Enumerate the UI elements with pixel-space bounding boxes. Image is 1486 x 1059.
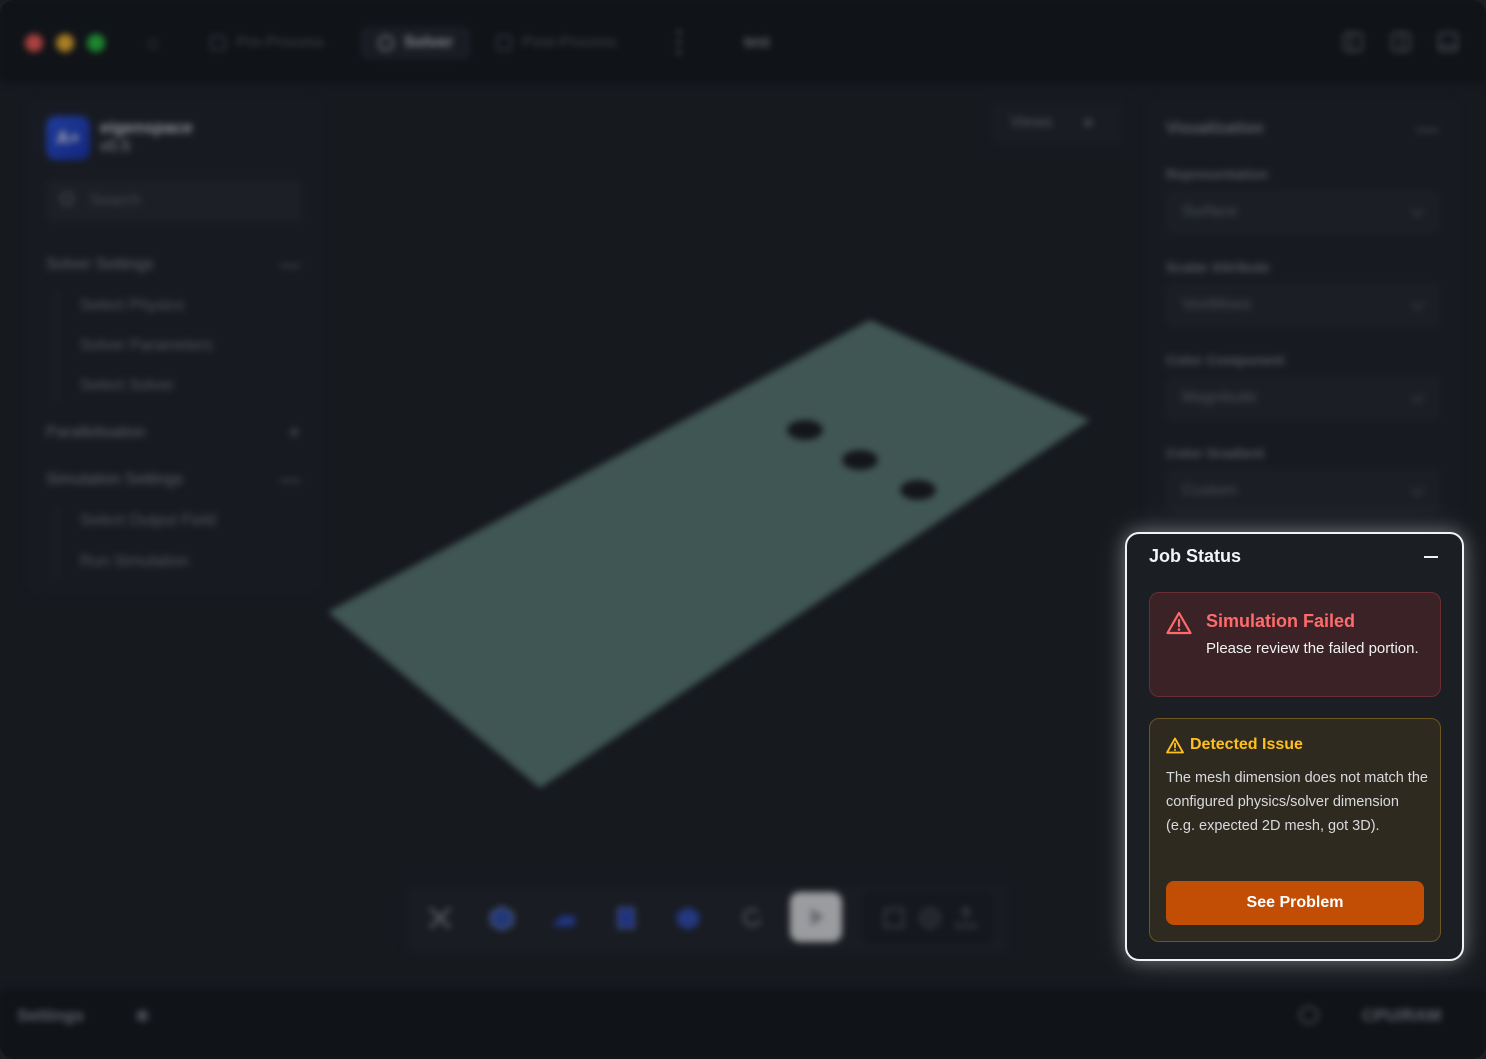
panel-title: Visualization [1166,120,1264,137]
minimize-icon[interactable] [1424,556,1438,558]
error-alert: Simulation Failed Please review the fail… [1149,592,1441,697]
section-title: Simulation Settings [46,471,183,488]
sidebar-item-select-output-field[interactable]: Select Output Field [80,512,216,530]
search-icon [60,192,74,206]
search-placeholder: Search [90,192,141,209]
chevron-down-icon [1411,297,1424,310]
add-view-icon[interactable]: + [1082,110,1095,136]
alert-triangle-icon [1166,611,1192,635]
issue-title: Detected Issue [1190,736,1303,753]
field-label: Scalar Attribute [1166,259,1270,275]
screenshot-icon[interactable] [880,904,908,932]
front-view-icon[interactable] [612,904,640,932]
plate-hole [900,480,936,500]
scalar-attribute-select[interactable]: VonMises [1166,283,1440,327]
export-tools-group [862,892,994,944]
app-logo: A+ [46,116,90,160]
reset-rotation-icon[interactable] [738,904,766,932]
views-label: Views [1010,114,1053,131]
plate-hole [787,420,823,440]
warning-triangle-icon [1166,737,1184,754]
section-title: Parallelisation [46,424,146,441]
gear-icon[interactable]: ✹ [134,1004,151,1029]
color-gradient-select[interactable]: Custom [1166,469,1440,513]
status-bar: Settings ✹ CPU/RAM [0,990,1486,1059]
tree-line [56,506,58,578]
job-status-panel: Job Status Simulation Failed Please revi… [1125,532,1464,961]
issue-message: The mesh dimension does not match the co… [1166,770,1428,834]
plate-mesh [328,320,1090,788]
error-title: Simulation Failed [1206,611,1356,631]
field-label: Color Component [1166,352,1285,368]
collapse-icon[interactable]: — [280,469,300,492]
representation-select[interactable]: Surface [1166,190,1440,234]
chevron-down-icon [1411,483,1424,496]
export-icon[interactable] [952,904,980,932]
select-value: Magnitude [1182,389,1257,406]
field-label: Color Gradient [1166,445,1265,461]
see-problem-button[interactable]: See Problem [1166,881,1424,925]
top-view-icon[interactable] [550,904,578,932]
section-simulation-settings[interactable]: Simulation Settings — [46,469,302,492]
select-value: Surface [1182,203,1238,220]
select-value: VonMises [1182,296,1252,313]
app-window: ⌂ Pre-Process Solver Post-Process · · · te… [0,0,1486,1059]
section-solver-settings[interactable]: Solver Settings — [46,254,302,277]
globe-icon[interactable] [916,904,944,932]
collapse-icon[interactable]: — [280,254,300,277]
sidebar-item-select-solver[interactable]: Select Solver [80,377,174,395]
resource-monitor[interactable]: CPU/RAM [1362,1006,1441,1026]
app-version: v0.5 [100,138,131,155]
fit-view-icon[interactable] [426,904,454,932]
left-sidebar: A+ eigenspace v0.5 Search Solver Setting… [26,98,322,592]
panel-title: Job Status [1149,546,1242,566]
section-parallelisation[interactable]: Parallelisation + [46,422,302,445]
collapse-icon[interactable]: — [1416,116,1438,142]
sidebar-item-solver-parameters[interactable]: Solver Parameters [80,337,213,355]
visualization-panel: Visualization — Representation Surface S… [1146,98,1460,538]
sidebar-item-run-simulation[interactable]: Run Simulation [80,553,189,571]
section-title: Solver Settings [46,256,154,273]
search-input[interactable]: Search [46,180,302,222]
iso-view-icon[interactable] [488,904,516,932]
viewport-toolbar [404,884,1008,954]
side-view-icon[interactable] [674,904,702,932]
issue-alert: Detected Issue The mesh dimension does n… [1149,718,1441,942]
plate-hole [842,450,878,470]
run-button[interactable] [790,892,842,942]
chat-icon[interactable] [1299,1006,1319,1024]
chevron-down-icon [1411,390,1424,403]
expand-icon[interactable]: + [288,422,300,445]
views-control[interactable]: Views + [990,100,1124,146]
color-component-select[interactable]: Magnitude [1166,376,1440,420]
field-label: Representation [1166,166,1268,182]
app-name: eigenspace [100,118,193,137]
select-value: Custom [1182,482,1238,499]
chevron-down-icon [1411,204,1424,217]
error-message: Please review the failed portion. [1206,640,1419,657]
sidebar-item-select-physics[interactable]: Select Physics [80,297,184,315]
settings-link[interactable]: Settings [17,1006,84,1026]
tree-line [56,290,58,402]
